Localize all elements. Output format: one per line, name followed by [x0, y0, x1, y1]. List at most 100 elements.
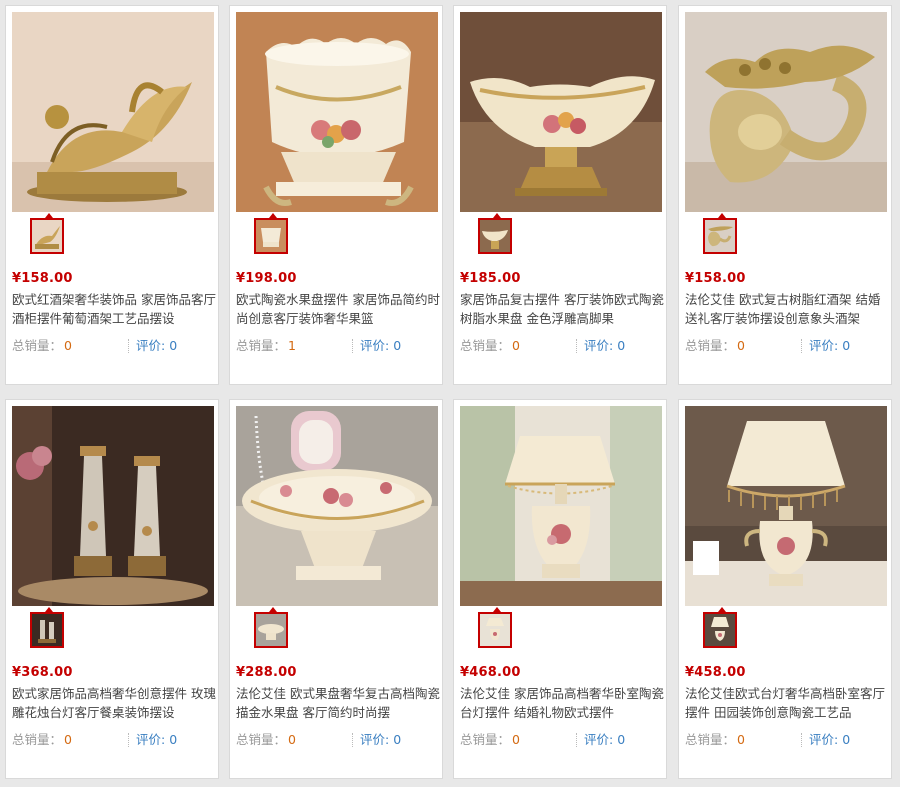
- product-stats: 总销量： 0 评价: 0: [236, 730, 440, 750]
- product-stats: 总销量： 0 评价: 0: [460, 336, 664, 356]
- product-price: ¥185.00: [460, 271, 521, 286]
- review-count: 0: [169, 732, 178, 747]
- color-swatch-thumbnail[interactable]: [703, 607, 737, 648]
- divider: [576, 339, 578, 353]
- divider: [128, 733, 130, 747]
- color-swatch-thumbnail[interactable]: [478, 607, 512, 648]
- divider: [128, 339, 130, 353]
- thumb-indicator: [45, 607, 53, 612]
- sales-label: 总销量：: [12, 732, 63, 747]
- thumb-indicator: [718, 213, 726, 218]
- product-image[interactable]: [236, 12, 438, 212]
- product-title[interactable]: 欧式家居饰品高档奢华创意摆件 玫瑰雕花烛台灯客厅餐桌装饰摆设: [12, 684, 216, 722]
- color-swatch-thumbnail[interactable]: [30, 213, 64, 254]
- sales-count: 0: [288, 732, 296, 747]
- product-image[interactable]: [12, 406, 214, 606]
- product-title[interactable]: 法伦艾佳欧式台灯奢华高档卧室客厅摆件 田园装饰创意陶瓷工艺品: [685, 684, 889, 722]
- product-card[interactable]: ¥288.00 法伦艾佳 欧式果盘奢华复古高档陶瓷描金水果盘 客厅简约时尚摆 总…: [229, 399, 443, 779]
- product-price: ¥468.00: [460, 665, 521, 680]
- review-count: 0: [842, 338, 851, 353]
- product-stats: 总销量： 0 评价: 0: [685, 336, 889, 356]
- product-price: ¥198.00: [236, 271, 297, 286]
- color-swatch-thumbnail[interactable]: [703, 213, 737, 254]
- product-image[interactable]: [685, 12, 887, 212]
- sales-count: 1: [288, 338, 296, 353]
- color-swatch-thumbnail[interactable]: [30, 607, 64, 648]
- product-stats: 总销量： 0 评价: 0: [12, 336, 216, 356]
- product-image[interactable]: [460, 12, 662, 212]
- product-card[interactable]: ¥198.00 欧式陶瓷水果盘摆件 家居饰品简约时尚创意客厅装饰奢华果篮 总销量…: [229, 5, 443, 385]
- product-price: ¥288.00: [236, 665, 297, 680]
- sales-label: 总销量：: [685, 338, 736, 353]
- divider: [576, 733, 578, 747]
- review-label: 评价:: [136, 338, 166, 353]
- color-swatch-thumbnail[interactable]: [254, 607, 288, 648]
- product-price: ¥158.00: [685, 271, 746, 286]
- sales-count: 0: [512, 338, 520, 353]
- review-label: 评价:: [360, 732, 390, 747]
- review-count: 0: [617, 732, 626, 747]
- product-image[interactable]: [12, 12, 214, 212]
- product-title[interactable]: 法伦艾佳 欧式果盘奢华复古高档陶瓷描金水果盘 客厅简约时尚摆: [236, 684, 440, 722]
- product-title[interactable]: 法伦艾佳 家居饰品高档奢华卧室陶瓷台灯摆件 结婚礼物欧式摆件: [460, 684, 664, 722]
- product-title[interactable]: 法伦艾佳 欧式复古树脂红酒架 结婚送礼客厅装饰摆设创意象头酒架: [685, 290, 889, 328]
- sales-label: 总销量：: [12, 338, 63, 353]
- review-link[interactable]: 评价: 0: [136, 730, 177, 750]
- divider: [801, 339, 803, 353]
- product-image[interactable]: [685, 406, 887, 606]
- thumb-indicator: [718, 607, 726, 612]
- product-card[interactable]: ¥368.00 欧式家居饰品高档奢华创意摆件 玫瑰雕花烛台灯客厅餐桌装饰摆设 总…: [5, 399, 219, 779]
- review-label: 评价:: [360, 338, 390, 353]
- thumb-indicator: [45, 213, 53, 218]
- review-link[interactable]: 评价: 0: [584, 336, 625, 356]
- product-stats: 总销量： 0 评价: 0: [685, 730, 889, 750]
- product-grid: ¥158.00 欧式红酒架奢华装饰品 家居饰品客厅酒柜摆件葡萄酒架工艺品摆设 总…: [0, 0, 900, 787]
- review-link[interactable]: 评价: 0: [360, 336, 401, 356]
- divider: [352, 733, 354, 747]
- review-link[interactable]: 评价: 0: [809, 730, 850, 750]
- review-link[interactable]: 评价: 0: [809, 336, 850, 356]
- review-count: 0: [393, 732, 402, 747]
- sales-label: 总销量：: [460, 732, 511, 747]
- review-label: 评价:: [584, 732, 614, 747]
- product-card[interactable]: ¥468.00 法伦艾佳 家居饰品高档奢华卧室陶瓷台灯摆件 结婚礼物欧式摆件 总…: [453, 399, 667, 779]
- product-title[interactable]: 欧式陶瓷水果盘摆件 家居饰品简约时尚创意客厅装饰奢华果篮: [236, 290, 440, 328]
- sales-label: 总销量：: [685, 732, 736, 747]
- product-image[interactable]: [460, 406, 662, 606]
- thumb-indicator: [269, 607, 277, 612]
- sales-count: 0: [737, 732, 745, 747]
- thumb-indicator: [493, 607, 501, 612]
- sales-label: 总销量：: [236, 732, 287, 747]
- review-label: 评价:: [809, 338, 839, 353]
- review-count: 0: [169, 338, 178, 353]
- product-price: ¥458.00: [685, 665, 746, 680]
- review-link[interactable]: 评价: 0: [584, 730, 625, 750]
- sales-count: 0: [512, 732, 520, 747]
- product-image[interactable]: [236, 406, 438, 606]
- review-link[interactable]: 评价: 0: [360, 730, 401, 750]
- product-stats: 总销量： 0 评价: 0: [460, 730, 664, 750]
- product-card[interactable]: ¥185.00 家居饰品复古摆件 客厅装饰欧式陶瓷树脂水果盘 金色浮雕高脚果 总…: [453, 5, 667, 385]
- product-card[interactable]: ¥158.00 欧式红酒架奢华装饰品 家居饰品客厅酒柜摆件葡萄酒架工艺品摆设 总…: [5, 5, 219, 385]
- sales-count: 0: [64, 338, 72, 353]
- review-count: 0: [393, 338, 402, 353]
- divider: [801, 733, 803, 747]
- product-card[interactable]: ¥458.00 法伦艾佳欧式台灯奢华高档卧室客厅摆件 田园装饰创意陶瓷工艺品 总…: [678, 399, 892, 779]
- sales-label: 总销量：: [236, 338, 287, 353]
- color-swatch-thumbnail[interactable]: [478, 213, 512, 254]
- review-label: 评价:: [584, 338, 614, 353]
- product-stats: 总销量： 1 评价: 0: [236, 336, 440, 356]
- color-swatch-thumbnail[interactable]: [254, 213, 288, 254]
- review-label: 评价:: [136, 732, 166, 747]
- product-stats: 总销量： 0 评价: 0: [12, 730, 216, 750]
- sales-count: 0: [64, 732, 72, 747]
- review-count: 0: [842, 732, 851, 747]
- review-label: 评价:: [809, 732, 839, 747]
- product-title[interactable]: 家居饰品复古摆件 客厅装饰欧式陶瓷树脂水果盘 金色浮雕高脚果: [460, 290, 664, 328]
- product-title[interactable]: 欧式红酒架奢华装饰品 家居饰品客厅酒柜摆件葡萄酒架工艺品摆设: [12, 290, 216, 328]
- review-link[interactable]: 评价: 0: [136, 336, 177, 356]
- product-price: ¥368.00: [12, 665, 73, 680]
- sales-label: 总销量：: [460, 338, 511, 353]
- product-card[interactable]: ¥158.00 法伦艾佳 欧式复古树脂红酒架 结婚送礼客厅装饰摆设创意象头酒架 …: [678, 5, 892, 385]
- product-price: ¥158.00: [12, 271, 73, 286]
